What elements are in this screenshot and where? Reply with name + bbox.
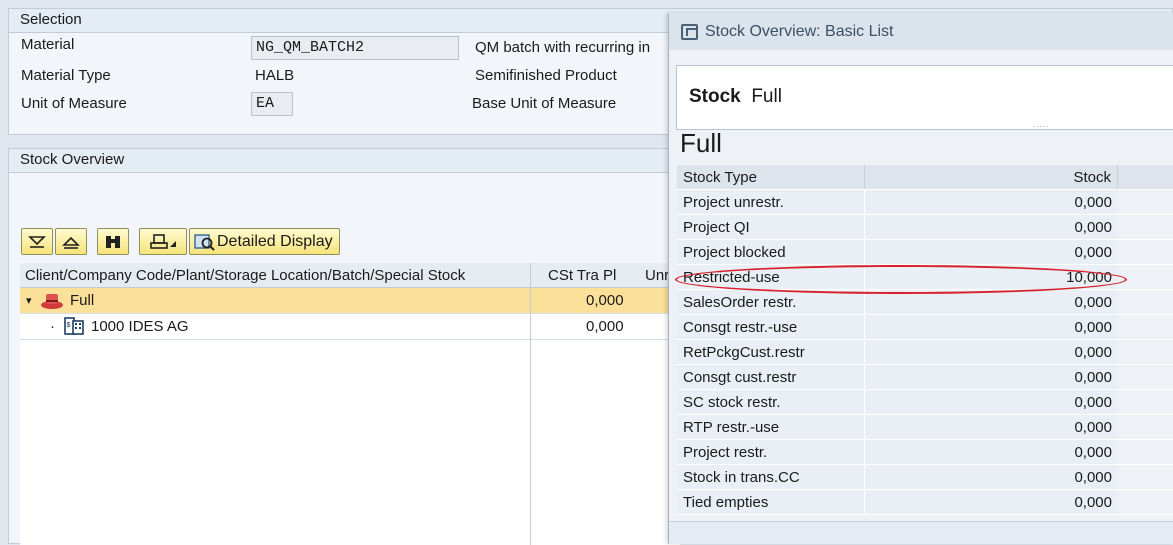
stock-type-grid: Stock Type Stock Project unrestr. 0,000 Pr…: [677, 165, 1173, 515]
popup-header-value: Full: [751, 86, 782, 107]
stock-type-cell: RetPckgCust.restr: [677, 340, 865, 364]
stock-value-cell: 0,000: [865, 440, 1118, 464]
grid-row[interactable]: Project restr. 0,000: [677, 440, 1173, 465]
column-unr[interactable]: Unr: [645, 263, 669, 288]
tree-row-company[interactable]: · $ 1000 IDES AG 0,000: [20, 314, 680, 340]
column-stock-type[interactable]: Stock Type: [677, 165, 865, 189]
stock-type-cell: Consgt cust.restr: [677, 365, 865, 389]
stock-type-cell: Project QI: [677, 215, 865, 239]
grid-row[interactable]: RTP restr.-use 0,000: [677, 415, 1173, 440]
stock-value-cell: 0,000: [865, 290, 1118, 314]
popup-header-box: Stock Full .....: [676, 65, 1173, 130]
stock-value-cell: 0,000: [865, 390, 1118, 414]
column-stock[interactable]: Stock: [865, 165, 1118, 189]
grid-row[interactable]: SalesOrder restr. 0,000: [677, 290, 1173, 315]
material-type-label: Material Type: [21, 67, 111, 84]
grid-header: Stock Type Stock: [677, 165, 1173, 190]
material-type-description: Semifinished Product: [475, 67, 617, 84]
stock-tree: Client/Company Code/Plant/Storage Locati…: [20, 263, 680, 545]
stock-type-cell: Consgt restr.-use: [677, 315, 865, 339]
stock-value-cell: 0,000: [865, 465, 1118, 489]
stock-value-cell: 0,000: [865, 365, 1118, 389]
detailed-display-label: Detailed Display: [217, 232, 333, 250]
expand-arrow-icon[interactable]: ▾: [26, 288, 32, 314]
stock-type-cell: Stock in trans.CC: [677, 465, 865, 489]
print-button[interactable]: [139, 228, 187, 255]
popup-subtitle: Full: [680, 128, 722, 158]
stock-value-cell: 0,000: [865, 315, 1118, 339]
stock-type-cell: Tied empties: [677, 490, 865, 514]
stock-toolbar: Detailed Display: [21, 228, 340, 256]
tree-row-value: 0,000: [586, 292, 624, 309]
stock-type-cell: Restricted-use: [677, 265, 865, 289]
printer-icon: [150, 233, 168, 249]
tree-row-full[interactable]: ▾ Full 0,000: [20, 288, 680, 314]
tree-row-label: Full: [70, 292, 95, 309]
dropdown-arrow-icon: [170, 240, 176, 247]
stock-value-cell: 0,000: [865, 340, 1118, 364]
popup-titlebar[interactable]: Stock Overview: Basic List: [669, 13, 1173, 50]
tree-row-value: 0,000: [586, 318, 624, 335]
popup-header-label: Stock: [689, 86, 741, 107]
company-building-icon: $: [62, 314, 86, 347]
column-hierarchy[interactable]: Client/Company Code/Plant/Storage Locati…: [25, 263, 465, 288]
uom-label: Unit of Measure: [21, 95, 127, 112]
grid-row[interactable]: RetPckgCust.restr 0,000: [677, 340, 1173, 365]
detailed-display-button[interactable]: Detailed Display: [189, 228, 340, 255]
tree-header: Client/Company Code/Plant/Storage Locati…: [20, 263, 680, 288]
stock-type-cell: SalesOrder restr.: [677, 290, 865, 314]
grid-row[interactable]: Consgt restr.-use 0,000: [677, 315, 1173, 340]
svg-text:$: $: [67, 322, 71, 329]
window-icon: [681, 23, 698, 40]
splitter-grip[interactable]: .....: [1033, 120, 1049, 129]
stock-value-cell: 10,000: [865, 265, 1118, 289]
column-divider: [530, 263, 531, 545]
material-field[interactable]: NG_QM_BATCH2: [251, 36, 459, 60]
expand-all-button[interactable]: [21, 228, 53, 255]
grid-row[interactable]: Stock in trans.CC 0,000: [677, 465, 1173, 490]
stock-type-cell: Project restr.: [677, 440, 865, 464]
grid-row[interactable]: Tied empties 0,000: [677, 490, 1173, 515]
popup-title: Stock Overview: Basic List: [705, 23, 894, 40]
find-button[interactable]: [97, 228, 129, 255]
material-description: QM batch with recurring in: [475, 39, 651, 56]
popup-header: Stock Full: [689, 86, 782, 108]
stock-value-cell: 0,000: [865, 190, 1118, 214]
stock-value-cell: 0,000: [865, 490, 1118, 514]
collapse-all-icon: [62, 236, 80, 249]
grid-row[interactable]: Restricted-use 10,000: [677, 265, 1173, 290]
basic-list-popup: Stock Overview: Basic List Stock Full ..…: [668, 13, 1173, 544]
material-type-value: HALB: [255, 67, 295, 84]
grid-row[interactable]: Project QI 0,000: [677, 215, 1173, 240]
material-label: Material: [21, 36, 75, 53]
binoculars-icon: [106, 235, 120, 248]
stock-value-cell: 0,000: [865, 415, 1118, 439]
uom-field[interactable]: EA: [251, 92, 293, 116]
stock-type-cell: Project unrestr.: [677, 190, 865, 214]
stock-type-cell: SC stock restr.: [677, 390, 865, 414]
stock-type-cell: RTP restr.-use: [677, 415, 865, 439]
uom-description: Base Unit of Measure: [472, 95, 617, 112]
grid-row[interactable]: Project unrestr. 0,000: [677, 190, 1173, 215]
stock-value-cell: 0,000: [865, 240, 1118, 264]
tree-row-label: 1000 IDES AG: [91, 318, 189, 335]
popup-footer: [669, 521, 1173, 544]
column-cst-tra-pl[interactable]: CSt Tra Pl: [548, 263, 616, 288]
tree-dot: ·: [50, 318, 55, 335]
grid-row[interactable]: Consgt cust.restr 0,000: [677, 365, 1173, 390]
expand-all-icon: [28, 235, 46, 248]
detail-magnifier-icon: [194, 233, 215, 251]
stock-value-cell: 0,000: [865, 215, 1118, 239]
collapse-all-button[interactable]: [55, 228, 87, 255]
grid-row[interactable]: SC stock restr. 0,000: [677, 390, 1173, 415]
stock-type-cell: Project blocked: [677, 240, 865, 264]
grid-row[interactable]: Project blocked 0,000: [677, 240, 1173, 265]
